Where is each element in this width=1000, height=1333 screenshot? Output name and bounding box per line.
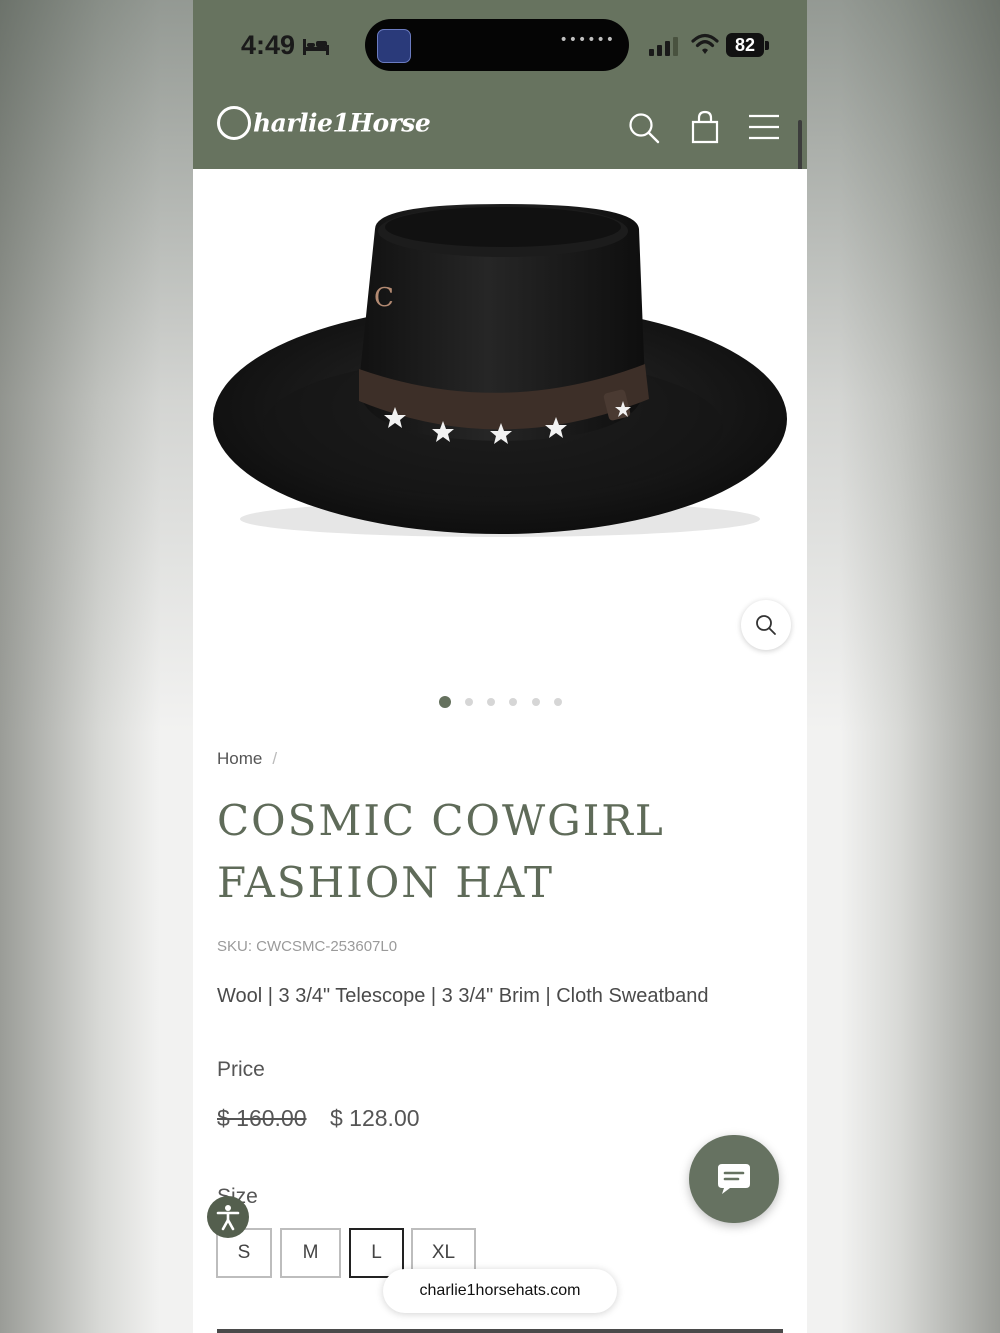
breadcrumb: Home / xyxy=(217,749,277,769)
site-header: harlie1Horse xyxy=(193,90,807,169)
gallery-dot-active[interactable] xyxy=(439,696,451,708)
status-time: 4:49 xyxy=(241,30,296,60)
sleep-focus-icon xyxy=(303,39,329,55)
original-price: $ 160.00 xyxy=(217,1105,307,1131)
svg-text:C: C xyxy=(374,283,394,313)
status-bar: 4:49 •••••• 82 xyxy=(193,0,807,90)
cellular-signal-icon xyxy=(649,37,678,56)
battery-tip xyxy=(765,41,769,50)
brand-logo[interactable]: harlie1Horse xyxy=(217,106,431,142)
battery-indicator: 82 xyxy=(726,33,764,57)
product-image[interactable]: C xyxy=(193,169,807,679)
product-sku: SKU: CWCSMC-253607L0 xyxy=(217,938,398,955)
dynamic-island: •••••• xyxy=(365,19,629,71)
island-app-icon xyxy=(377,29,411,63)
island-dots: •••••• xyxy=(559,32,615,48)
zoom-button[interactable] xyxy=(741,600,791,650)
magnifier-icon xyxy=(756,615,776,635)
accessibility-button[interactable] xyxy=(207,1196,249,1238)
product-description: Wool | 3 3/4" Telescope | 3 3/4" Brim | … xyxy=(217,985,709,1007)
add-to-cart-edge xyxy=(217,1329,783,1333)
sale-price: $ 128.00 xyxy=(330,1105,420,1131)
gallery-dot[interactable] xyxy=(554,698,562,706)
logo-lasso-icon xyxy=(217,106,251,140)
search-icon[interactable] xyxy=(628,112,660,144)
cart-icon[interactable] xyxy=(690,110,720,144)
gallery-dot[interactable] xyxy=(532,698,540,706)
gallery-dot[interactable] xyxy=(465,698,473,706)
breadcrumb-home-link[interactable]: Home xyxy=(217,749,262,768)
menu-icon[interactable] xyxy=(748,114,780,140)
hat-photo: C xyxy=(213,204,787,537)
wifi-icon xyxy=(691,33,719,54)
gallery-dot[interactable] xyxy=(487,698,495,706)
size-option-m[interactable]: M xyxy=(280,1228,341,1278)
product-title: COSMIC COWGIRL FASHION HAT xyxy=(217,796,665,907)
accessibility-icon xyxy=(216,1205,240,1231)
breadcrumb-separator: / xyxy=(272,749,278,768)
phone-screen: 4:49 •••••• 82 harlie1Horse C Home / COS… xyxy=(193,0,807,1333)
gallery-dot[interactable] xyxy=(509,698,517,706)
logo-text: harlie1Horse xyxy=(253,108,431,138)
chat-bubble-icon xyxy=(718,1164,750,1194)
browser-url-bar[interactable]: charlie1horsehats.com xyxy=(383,1269,617,1313)
chat-button[interactable] xyxy=(689,1135,779,1223)
price-label: Price xyxy=(217,1058,265,1081)
